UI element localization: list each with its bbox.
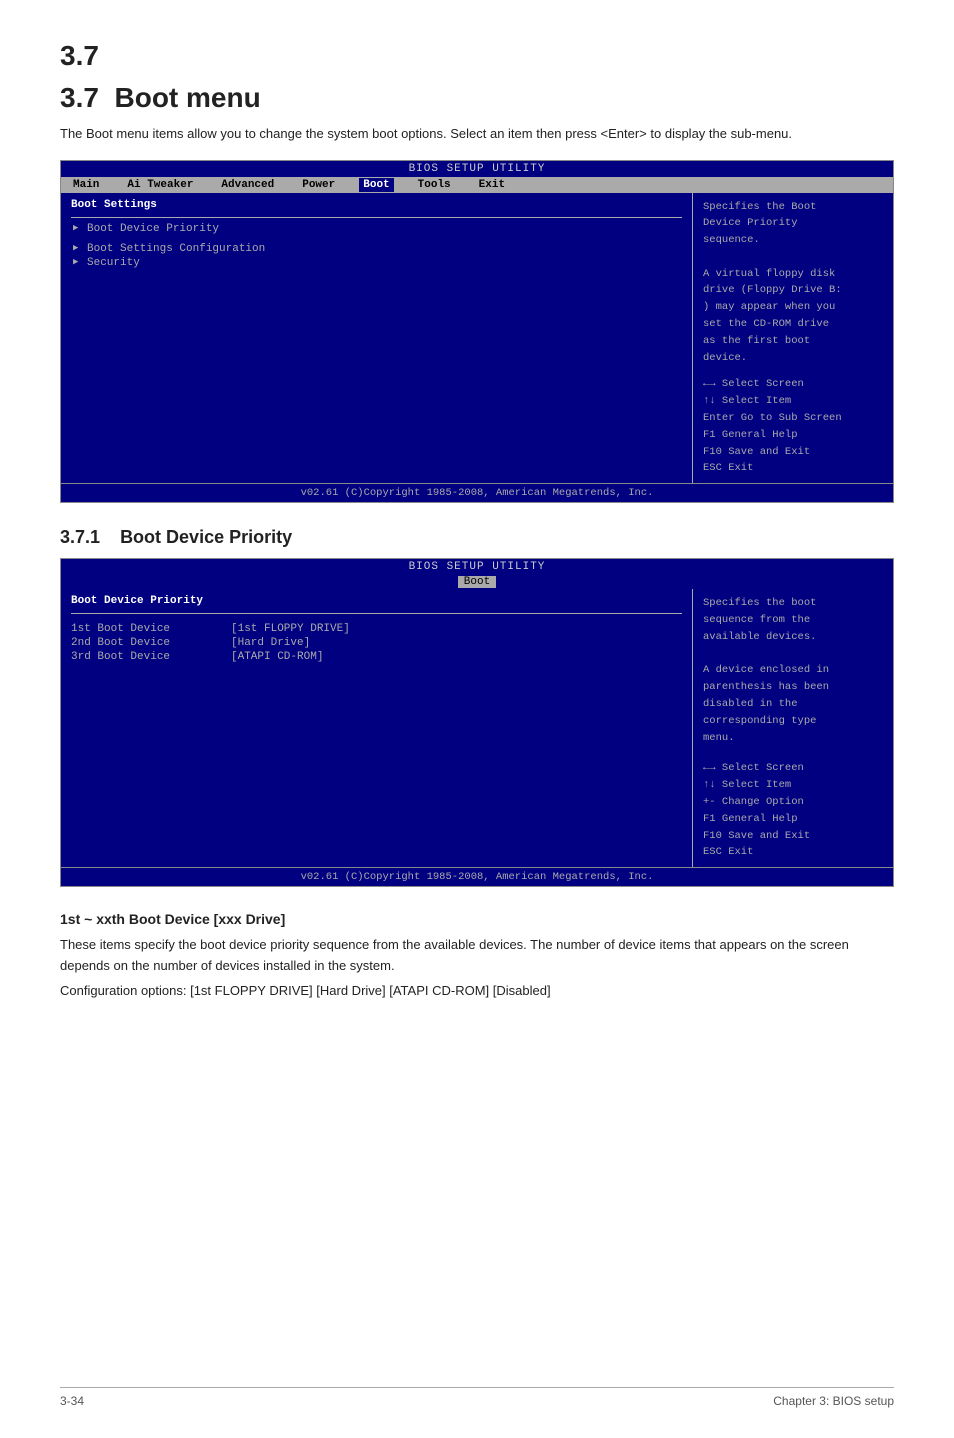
- bios-item-boot-device-priority[interactable]: Boot Device Priority: [71, 222, 682, 236]
- help-line-2-6: parenthesis has been: [703, 679, 883, 696]
- bios-menu-bar-1: Main Ai Tweaker Advanced Power Boot Tool…: [61, 177, 893, 193]
- shortcut-1-1: ←→ Select Screen: [703, 376, 883, 393]
- help-line-1-5: A virtual floppy disk: [703, 266, 883, 283]
- help-line-1-1: Specifies the Boot: [703, 199, 883, 216]
- boot-label-1: 1st Boot Device: [71, 623, 231, 635]
- boot-value-3: [ATAPI CD-ROM]: [231, 651, 323, 663]
- boot-row-3: 3rd Boot Device [ATAPI CD-ROM]: [71, 650, 682, 664]
- section-name: Boot menu: [115, 82, 261, 113]
- boot-row-2: 2nd Boot Device [Hard Drive]: [71, 636, 682, 650]
- bios-boot-table: 1st Boot Device [1st FLOPPY DRIVE] 2nd B…: [71, 618, 682, 668]
- shortcut-2-2: ↑↓ Select Item: [703, 777, 883, 794]
- footer-chapter: Chapter 3: BIOS setup: [773, 1394, 894, 1408]
- boot-value-1: [1st FLOPPY DRIVE]: [231, 623, 350, 635]
- bios-active-tab: Boot: [458, 576, 496, 588]
- bios-screen-1: BIOS SETUP UTILITY Main Ai Tweaker Advan…: [60, 160, 894, 504]
- shortcut-2-1: ←→ Select Screen: [703, 760, 883, 777]
- help-line-1-6: drive (Floppy Drive B:: [703, 282, 883, 299]
- bios-content-2: Boot Device Priority 1st Boot Device [1s…: [61, 589, 893, 867]
- help-line-2-2: sequence from the: [703, 612, 883, 629]
- subsection-heading: 3.7.1 Boot Device Priority: [60, 527, 894, 548]
- shortcut-1-2: ↑↓ Select Item: [703, 393, 883, 410]
- shortcut-2-5: F10 Save and Exit: [703, 828, 883, 845]
- help-line-1-4: [703, 249, 883, 266]
- section-title: 3.7: [60, 40, 894, 72]
- help-line-1-8: set the CD-ROM drive: [703, 316, 883, 333]
- bios-left-panel-2: Boot Device Priority 1st Boot Device [1s…: [61, 589, 693, 867]
- help-line-1-3: sequence.: [703, 232, 883, 249]
- bios-content-1: Boot Settings Boot Device Priority Boot …: [61, 193, 893, 484]
- shortcut-2-4: F1 General Help: [703, 811, 883, 828]
- section-heading: 3.7 Boot menu: [60, 82, 894, 114]
- body-paragraph-1: These items specify the boot device prio…: [60, 935, 894, 977]
- section-description: The Boot menu items allow you to change …: [60, 124, 894, 144]
- menu-tools[interactable]: Tools: [414, 178, 455, 192]
- help-line-2-7: disabled in the: [703, 696, 883, 713]
- section-number: 3.7: [60, 82, 99, 113]
- help-line-2-1: Specifies the boot: [703, 595, 883, 612]
- boot-label-3: 3rd Boot Device: [71, 651, 231, 663]
- help-line-2-3: available devices.: [703, 629, 883, 646]
- bios-footer-2: v02.61 (C)Copyright 1985-2008, American …: [61, 867, 893, 886]
- menu-ai-tweaker[interactable]: Ai Tweaker: [123, 178, 197, 192]
- shortcut-2-3: +- Change Option: [703, 794, 883, 811]
- shortcut-1-4: F1 General Help: [703, 427, 883, 444]
- body-paragraph-2: Configuration options: [1st FLOPPY DRIVE…: [60, 981, 894, 1002]
- footer-page-number: 3-34: [60, 1394, 84, 1408]
- help-line-1-7: ) may appear when you: [703, 299, 883, 316]
- shortcut-1-6: ESC Exit: [703, 460, 883, 477]
- bios-item-security[interactable]: Security: [71, 256, 682, 270]
- subsection-number: 3.7.1: [60, 527, 100, 547]
- boot-label-2: 2nd Boot Device: [71, 637, 231, 649]
- menu-boot[interactable]: Boot: [359, 178, 393, 192]
- page-footer: 3-34 Chapter 3: BIOS setup: [60, 1387, 894, 1408]
- menu-power[interactable]: Power: [298, 178, 339, 192]
- bios-right-panel-2: Specifies the boot sequence from the ava…: [693, 589, 893, 867]
- sub-sub-heading: 1st ~ xxth Boot Device [xxx Drive]: [60, 911, 894, 927]
- help-line-2-9: menu.: [703, 730, 883, 747]
- bios-title-2: BIOS SETUP UTILITY: [61, 559, 893, 575]
- shortcut-2-6: ESC Exit: [703, 844, 883, 861]
- help-line-1-2: Device Priority: [703, 215, 883, 232]
- help-line-2-4: [703, 646, 883, 663]
- help-line-1-9: as the first boot: [703, 333, 883, 350]
- menu-exit[interactable]: Exit: [475, 178, 509, 192]
- boot-value-2: [Hard Drive]: [231, 637, 310, 649]
- bios-left-panel-1: Boot Settings Boot Device Priority Boot …: [61, 193, 693, 484]
- bios-title-1: BIOS SETUP UTILITY: [61, 161, 893, 177]
- bios-footer-1: v02.61 (C)Copyright 1985-2008, American …: [61, 483, 893, 502]
- shortcut-1-5: F10 Save and Exit: [703, 444, 883, 461]
- bios-screen-2: BIOS SETUP UTILITY Boot Boot Device Prio…: [60, 558, 894, 887]
- subsection-name: Boot Device Priority: [120, 527, 292, 547]
- menu-main[interactable]: Main: [69, 178, 103, 192]
- bios-section-header-2: Boot Device Priority: [71, 595, 682, 607]
- shortcut-1-3: Enter Go to Sub Screen: [703, 410, 883, 427]
- help-line-2-8: corresponding type: [703, 713, 883, 730]
- bios-item-boot-settings-config[interactable]: Boot Settings Configuration: [71, 242, 682, 256]
- menu-advanced[interactable]: Advanced: [217, 178, 278, 192]
- bios-right-panel-1: Specifies the Boot Device Priority seque…: [693, 193, 893, 484]
- boot-row-1: 1st Boot Device [1st FLOPPY DRIVE]: [71, 622, 682, 636]
- bios-section-header-1: Boot Settings: [71, 199, 682, 211]
- help-line-1-10: device.: [703, 350, 883, 367]
- help-line-2-5: A device enclosed in: [703, 662, 883, 679]
